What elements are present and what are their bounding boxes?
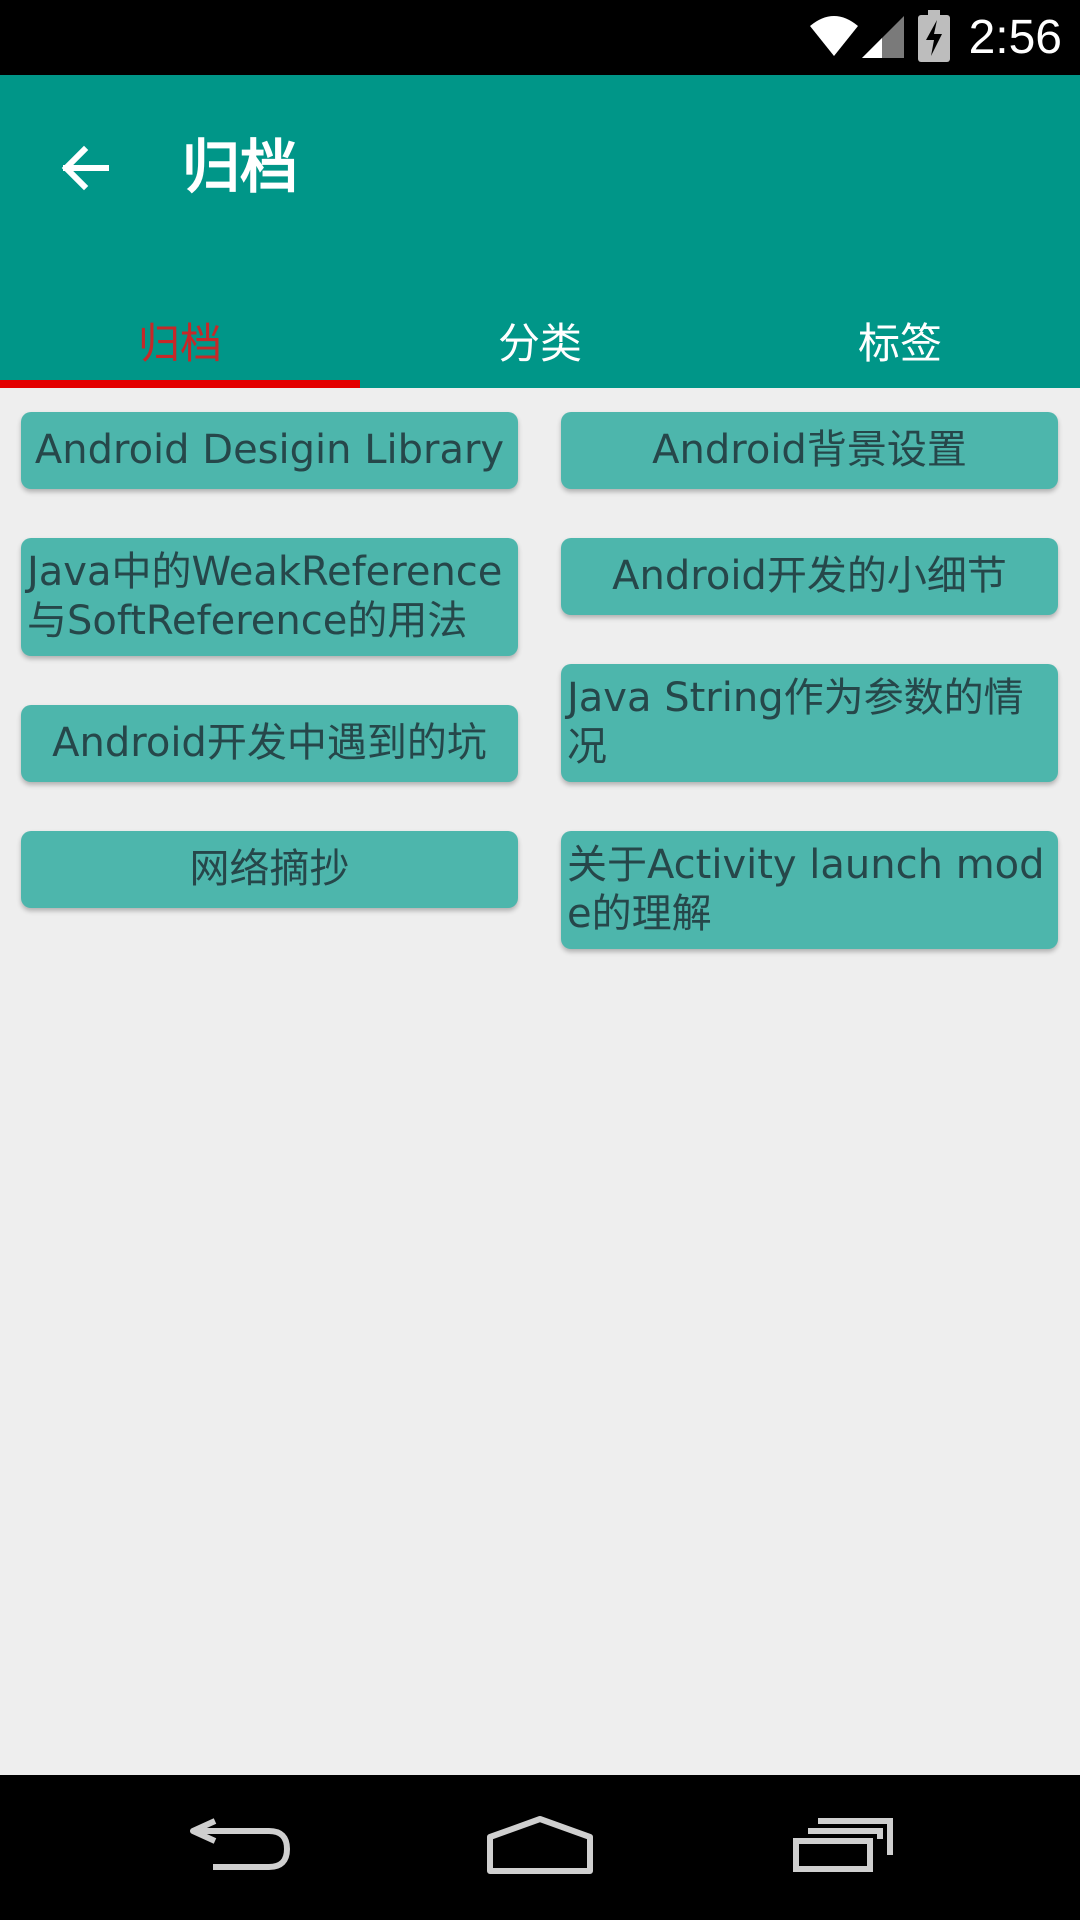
page-title: 归档 [182, 133, 299, 201]
nav-recents-button[interactable] [775, 1797, 915, 1897]
archive-column-right: Android背景设置 Android开发的小细节 Java String作为参… [561, 412, 1058, 998]
recents-nav-icon [790, 1815, 900, 1879]
arrow-back-icon [60, 143, 110, 197]
back-nav-icon [185, 1815, 295, 1879]
nav-back-button[interactable] [170, 1797, 310, 1897]
tab-tags[interactable]: 标签 [720, 270, 1080, 388]
status-bar: 2:56 [0, 0, 1080, 75]
tab-archive[interactable]: 归档 [0, 270, 360, 388]
archive-item[interactable]: Android Desigin Library [21, 412, 518, 489]
home-nav-icon [485, 1815, 595, 1879]
archive-item[interactable]: 网络摘抄 [21, 831, 518, 908]
back-button[interactable] [40, 125, 130, 215]
cell-signal-icon [860, 12, 906, 64]
tab-indicator [0, 380, 360, 388]
app-bar: 归档 归档 分类 标签 [0, 75, 1080, 388]
archive-item[interactable]: Java String作为参数的情况 [561, 664, 1058, 782]
archive-column-left: Android Desigin Library Java中的WeakRefere… [21, 412, 518, 957]
archive-item[interactable]: 关于Activity launch mode的理解 [561, 831, 1058, 949]
status-time: 2:56 [968, 11, 1062, 64]
archive-item[interactable]: Java中的WeakReference与SoftReference的用法 [21, 538, 518, 656]
tab-categories[interactable]: 分类 [360, 270, 720, 388]
navigation-bar [0, 1775, 1080, 1920]
archive-item[interactable]: Android开发中遇到的坑 [21, 705, 518, 782]
battery-charging-icon [918, 10, 950, 66]
archive-item[interactable]: Android开发的小细节 [561, 538, 1058, 615]
nav-home-button[interactable] [470, 1797, 610, 1897]
archive-list: Android Desigin Library Java中的WeakRefere… [0, 388, 1080, 1775]
wifi-icon [808, 12, 860, 62]
archive-item[interactable]: Android背景设置 [561, 412, 1058, 489]
tab-bar: 归档 分类 标签 [0, 270, 1080, 388]
